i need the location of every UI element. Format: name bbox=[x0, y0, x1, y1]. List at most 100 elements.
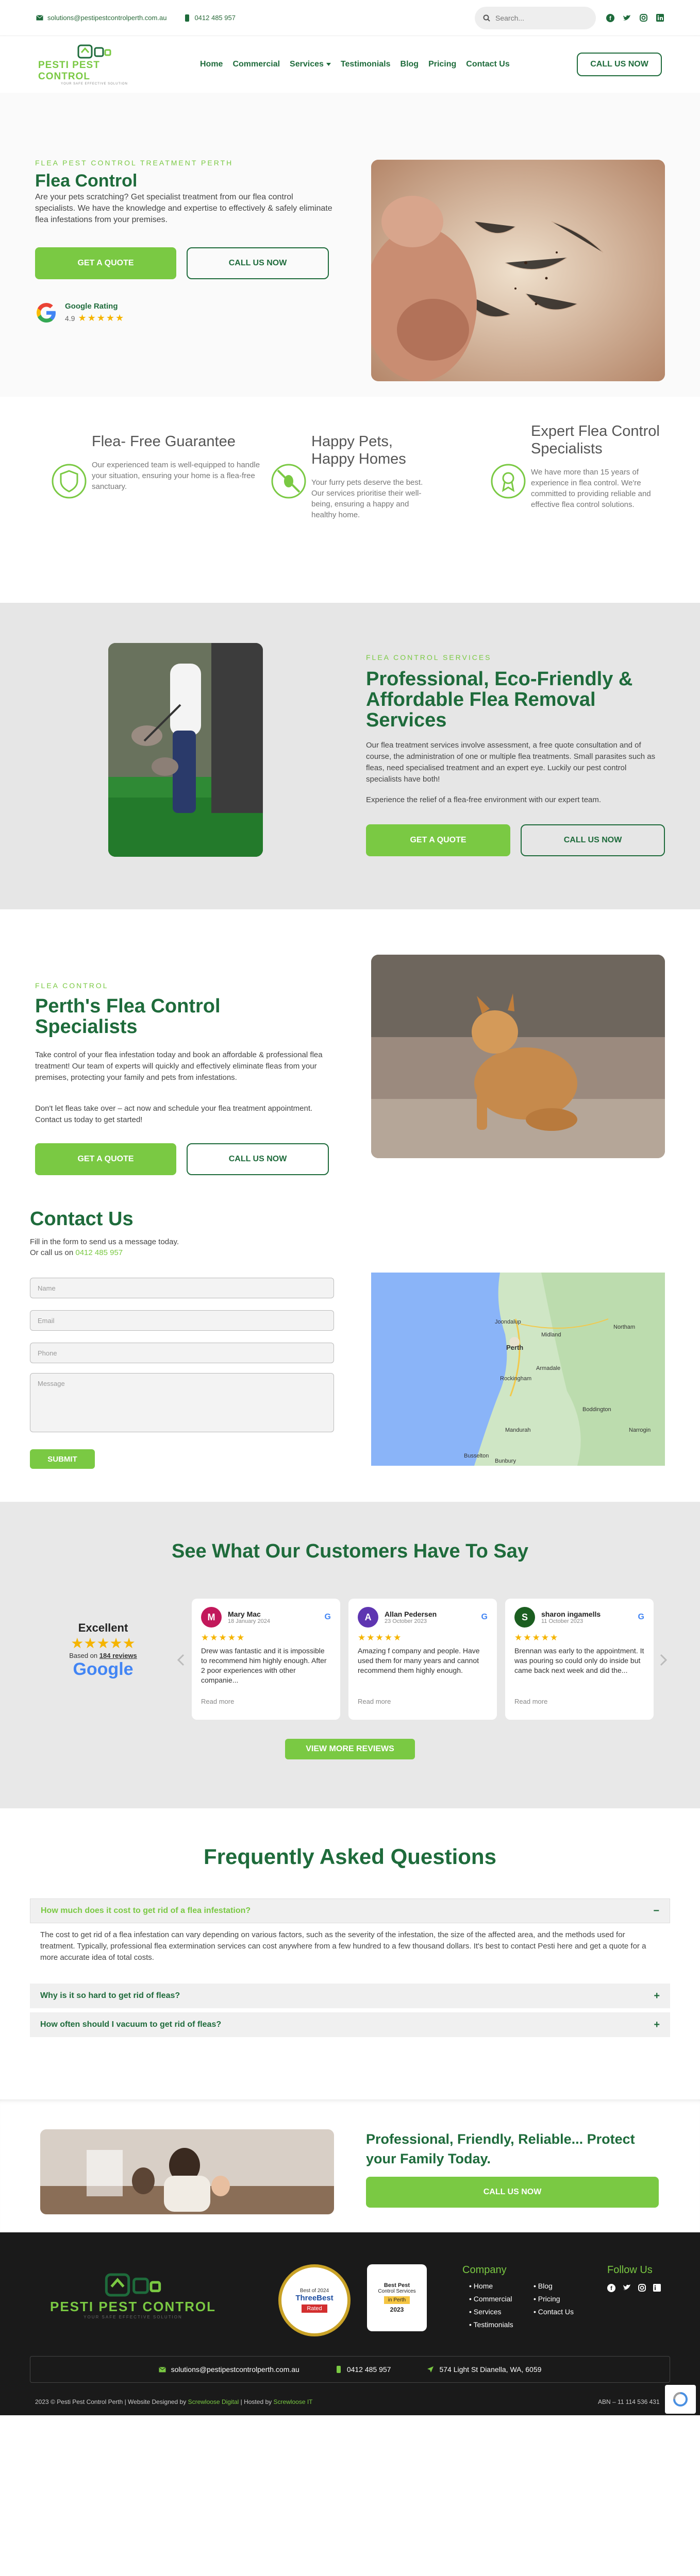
host-link[interactable]: Screwloose IT bbox=[273, 2398, 312, 2405]
nav-commercial[interactable]: Commercial bbox=[232, 60, 280, 69]
chevron-down-icon bbox=[326, 63, 331, 66]
map-label: Perth bbox=[506, 1344, 524, 1351]
footer-email[interactable]: solutions@pestipestcontrolperth.com.au bbox=[158, 2365, 299, 2374]
badge-line: Best of 2024 bbox=[299, 2288, 329, 2294]
abn: ABN – 11 114 536 431 bbox=[598, 2398, 660, 2405]
reviews-count-link[interactable]: 184 reviews bbox=[99, 1652, 137, 1659]
view-more-reviews-button[interactable]: VIEW MORE REVIEWS bbox=[285, 1739, 415, 1759]
nav-blog[interactable]: Blog bbox=[401, 60, 419, 69]
hero-eyebrow: FLEA PEST CONTROL TREATMENT PERTH bbox=[35, 159, 234, 167]
footer-link[interactable]: • Services bbox=[469, 2306, 513, 2318]
instagram-icon[interactable] bbox=[638, 2284, 646, 2292]
linkedin-icon[interactable] bbox=[653, 2284, 661, 2292]
phone-field[interactable]: Phone bbox=[30, 1343, 334, 1363]
envelope-icon bbox=[158, 2366, 166, 2372]
recaptcha-badge[interactable] bbox=[665, 2385, 696, 2414]
rating-value: 4.9 bbox=[65, 314, 75, 323]
expert-badge-icon bbox=[491, 464, 526, 499]
facebook-icon[interactable]: f bbox=[606, 13, 614, 22]
footer-phone[interactable]: 0412 485 957 bbox=[336, 2365, 391, 2374]
email-field[interactable]: Email bbox=[30, 1310, 334, 1331]
logo-graphic-icon bbox=[77, 44, 111, 59]
badge-line: 2023 bbox=[390, 2306, 404, 2313]
nav-services[interactable]: Services bbox=[290, 60, 331, 69]
google-rating[interactable]: Google Rating 4.9 ★★★★★ bbox=[35, 301, 125, 324]
nav-contact[interactable]: Contact Us bbox=[466, 60, 509, 69]
chevron-left-icon[interactable] bbox=[177, 1654, 185, 1666]
footer-link[interactable]: • Home bbox=[469, 2280, 513, 2293]
name-field[interactable]: Name bbox=[30, 1278, 334, 1298]
review-text: Brennan was early to the appointment. It… bbox=[514, 1647, 644, 1674]
search-box[interactable] bbox=[475, 6, 596, 29]
read-more-link[interactable]: Read more bbox=[514, 1698, 644, 1705]
nav-home[interactable]: Home bbox=[200, 60, 223, 69]
review-date: 23 October 2023 bbox=[385, 1618, 427, 1624]
hero-call-button[interactable]: CALL US NOW bbox=[187, 247, 329, 279]
svg-text:f: f bbox=[610, 2285, 612, 2292]
google-g-icon bbox=[37, 303, 56, 323]
perth-quote-button[interactable]: GET A QUOTE bbox=[35, 1143, 176, 1175]
feature-card: Expert Flea Control Specialists We have … bbox=[491, 422, 660, 510]
google-g-icon: G bbox=[481, 1613, 488, 1621]
contact-title: Contact Us bbox=[30, 1208, 134, 1230]
footer-address[interactable]: 574 Light St Dianella, WA, 6059 bbox=[427, 2365, 541, 2374]
perth-call-button[interactable]: CALL US NOW bbox=[187, 1143, 329, 1175]
reviews-title: See What Our Customers Have To Say bbox=[172, 1540, 528, 1562]
svg-text:f: f bbox=[609, 15, 611, 22]
top-email-text: solutions@pestipestcontrolperth.com.au bbox=[47, 14, 167, 22]
footer-link-label: Pricing bbox=[538, 2295, 560, 2303]
map-label: Mandurah bbox=[505, 1427, 531, 1433]
facebook-icon[interactable]: f bbox=[607, 2284, 615, 2292]
submit-button[interactable]: SUBMIT bbox=[30, 1449, 95, 1469]
hero-quote-button[interactable]: GET A QUOTE bbox=[35, 247, 176, 279]
phone-icon bbox=[185, 14, 190, 22]
twitter-icon[interactable] bbox=[623, 14, 631, 22]
cta-title: Professional, Friendly, Reliable... Prot… bbox=[366, 2131, 635, 2166]
contact-sub: Fill in the form to send us a message to… bbox=[30, 1238, 179, 1246]
services-call-button[interactable]: CALL US NOW bbox=[521, 824, 665, 856]
footer-link-label: Services bbox=[473, 2308, 502, 2316]
footer-link[interactable]: • Pricing bbox=[534, 2293, 574, 2306]
nav-pricing[interactable]: Pricing bbox=[428, 60, 456, 69]
technician-spraying-image bbox=[108, 643, 263, 857]
faq-question-open[interactable]: How much does it cost to get rid of a fl… bbox=[30, 1899, 670, 1923]
chevron-right-icon[interactable] bbox=[660, 1654, 667, 1666]
nav-testimonials[interactable]: Testimonials bbox=[341, 60, 391, 69]
designer-link[interactable]: Screwloose Digital bbox=[188, 2398, 239, 2405]
footer-link[interactable]: • Contact Us bbox=[534, 2306, 574, 2318]
feature-title: Expert Flea Control Specialists bbox=[531, 423, 660, 457]
footer-link[interactable]: • Testimonials bbox=[469, 2318, 513, 2331]
reviewer-name: Mary Mac bbox=[228, 1610, 261, 1618]
faq-question[interactable]: How often should I vacuum to get rid of … bbox=[30, 2012, 670, 2037]
top-email[interactable]: solutions@pestipestcontrolperth.com.au bbox=[36, 14, 166, 22]
header-call-button[interactable]: CALL US NOW bbox=[577, 53, 662, 76]
feature-card: Flea- Free Guarantee Our experienced tea… bbox=[52, 433, 267, 499]
follow-heading: Follow Us bbox=[607, 2264, 653, 2276]
footer-link[interactable]: • Blog bbox=[534, 2280, 574, 2293]
read-more-link[interactable]: Read more bbox=[201, 1698, 331, 1705]
message-field[interactable]: Message bbox=[30, 1373, 334, 1432]
contact-phone-link[interactable]: 0412 485 957 bbox=[75, 1248, 123, 1257]
footer-logo[interactable]: PESTI PEST CONTROL YOUR SAFE EFFECTIVE S… bbox=[40, 2271, 226, 2319]
instagram-icon[interactable] bbox=[639, 14, 647, 22]
feature-title: Happy Pets, Happy Homes bbox=[311, 433, 406, 467]
cta-call-button[interactable]: CALL US NOW bbox=[366, 2177, 659, 2208]
top-phone[interactable]: 0412 485 957 bbox=[184, 14, 236, 22]
search-input[interactable] bbox=[495, 13, 583, 22]
linkedin-icon[interactable] bbox=[656, 14, 664, 22]
logo[interactable]: PESTI PEST CONTROL YOUR SAFE EFFECTIVE S… bbox=[38, 43, 151, 86]
twitter-icon[interactable] bbox=[623, 2284, 631, 2292]
services-eyebrow: FLEA CONTROL SERVICES bbox=[366, 653, 492, 662]
services-quote-button[interactable]: GET A QUOTE bbox=[366, 824, 510, 856]
map[interactable]: Perth Mandurah Joondalup Rockingham Bunb… bbox=[371, 1273, 665, 1466]
read-more-link[interactable]: Read more bbox=[358, 1698, 488, 1705]
review-text: Amazing f company and people. Have used … bbox=[358, 1647, 480, 1674]
search-icon[interactable] bbox=[483, 14, 490, 22]
reviewer-name: Allan Pedersen bbox=[385, 1610, 437, 1618]
cta-section: Professional, Friendly, Reliable... Prot… bbox=[0, 2099, 700, 2232]
location-arrow-icon bbox=[427, 2366, 434, 2372]
envelope-icon bbox=[36, 15, 43, 21]
faq-question[interactable]: Why is it so hard to get rid of fleas? + bbox=[30, 1984, 670, 2008]
footer-link[interactable]: • Commercial bbox=[469, 2293, 513, 2306]
logo-name: PESTI PEST CONTROL bbox=[38, 60, 100, 82]
